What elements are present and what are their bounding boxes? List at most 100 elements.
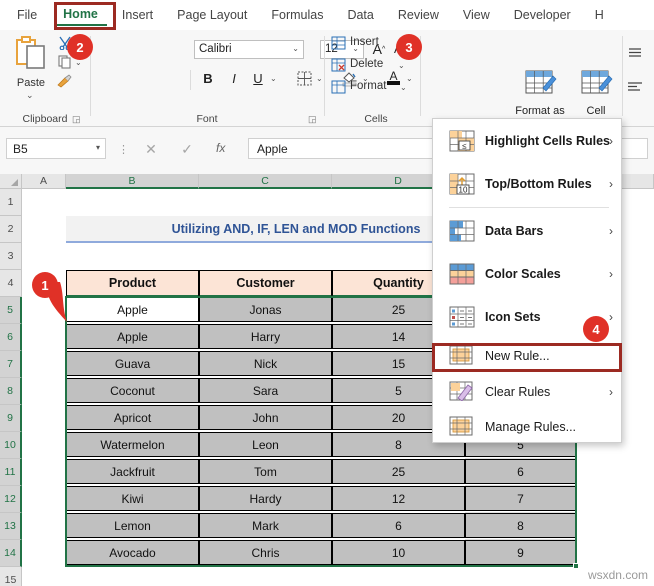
format-caret[interactable]: ⌄ <box>400 83 407 92</box>
table-header-product[interactable]: Product <box>66 270 199 297</box>
row-header-14[interactable]: 14 <box>0 540 22 567</box>
cell-customer-9[interactable]: Mark <box>199 513 332 538</box>
row-header-9[interactable]: 9 <box>0 405 22 432</box>
tab-page-layout[interactable]: Page Layout <box>168 1 256 29</box>
cell-customer-7[interactable]: Tom <box>199 459 332 484</box>
name-box[interactable]: B5 ▾ <box>6 138 106 159</box>
row-header-4[interactable]: 4 <box>0 270 22 297</box>
cell-customer-8[interactable]: Hardy <box>199 486 332 511</box>
table-header-customer[interactable]: Customer <box>199 270 332 297</box>
format-cells-label[interactable]: Format <box>350 80 386 92</box>
tab-data[interactable]: Data <box>338 1 382 29</box>
menu-item-top-bottom-rules[interactable]: 10 Top/Bottom Rules › <box>433 162 623 205</box>
menu-item-label: Data Bars <box>485 223 544 238</box>
insert-function-icon[interactable]: fx <box>216 141 225 155</box>
align-top-icon[interactable] <box>626 46 644 58</box>
row-header-8[interactable]: 8 <box>0 378 22 405</box>
cell-product-1[interactable]: Apple <box>66 297 199 322</box>
cell-product-2[interactable]: Apple <box>66 324 199 349</box>
cell-product-10[interactable]: Avocado <box>66 540 199 565</box>
row-header-3[interactable]: 3 <box>0 243 22 270</box>
cell-customer-5[interactable]: John <box>199 405 332 430</box>
italic-button[interactable]: I <box>226 70 242 86</box>
cell-customer-10[interactable]: Chris <box>199 540 332 565</box>
name-box-caret-icon[interactable]: ▾ <box>96 143 100 152</box>
row-header-6[interactable]: 6 <box>0 324 22 351</box>
confirm-formula-icon[interactable]: ✓ <box>178 141 196 158</box>
tab-help[interactable]: H <box>586 1 613 29</box>
menu-item-data-bars[interactable]: Data Bars › <box>433 209 623 252</box>
cell-product-9[interactable]: Lemon <box>66 513 199 538</box>
row-header-11[interactable]: 11 <box>0 459 22 486</box>
data-bars-icon <box>449 220 475 242</box>
callout-3: 3 <box>396 34 422 60</box>
font-name-input[interactable]: Calibri ⌄ <box>194 40 304 59</box>
cell-product-7[interactable]: Jackfruit <box>66 459 199 484</box>
selection-fill-handle[interactable] <box>573 563 579 569</box>
borders-caret[interactable]: ⌄ <box>316 74 323 83</box>
cell-product-8[interactable]: Kiwi <box>66 486 199 511</box>
cell-customer-4[interactable]: Sara <box>199 378 332 403</box>
format-painter-icon[interactable] <box>56 74 72 91</box>
clipboard-dialog-launcher[interactable]: ◲ <box>72 114 81 125</box>
cell-customer-2[interactable]: Harry <box>199 324 332 349</box>
cell-quantity-10[interactable]: 10 <box>332 540 465 565</box>
cell-extra-7[interactable]: 6 <box>465 459 576 484</box>
cell-customer-1[interactable]: Jonas <box>199 297 332 322</box>
tab-developer[interactable]: Developer <box>505 1 580 29</box>
paste-button-label[interactable]: Paste <box>8 77 54 89</box>
cancel-formula-icon[interactable]: ✕ <box>142 141 160 158</box>
column-header-c[interactable]: C <box>199 174 332 189</box>
menu-item-manage-rules[interactable]: Manage Rules... <box>433 410 623 444</box>
column-header-a[interactable]: A <box>22 174 66 189</box>
tab-insert-label: Insert <box>121 8 154 22</box>
row-header-10[interactable]: 10 <box>0 432 22 459</box>
cell-quantity-8[interactable]: 12 <box>332 486 465 511</box>
delete-caret[interactable]: ⌄ <box>398 61 405 70</box>
cell-customer-6[interactable]: Leon <box>199 432 332 457</box>
font-dialog-launcher[interactable]: ◲ <box>308 114 317 125</box>
menu-item-highlight-cells-rules[interactable]: ≤ Highlight Cells Rules › <box>433 119 623 162</box>
tab-view[interactable]: View <box>454 1 499 29</box>
menu-item-color-scales[interactable]: Color Scales › <box>433 252 623 295</box>
delete-cells-icon[interactable] <box>330 58 346 72</box>
paste-dropdown-caret[interactable]: ⌄ <box>26 90 34 101</box>
row-header-15[interactable]: 15 <box>0 567 22 586</box>
cell-extra-10[interactable]: 9 <box>465 540 576 565</box>
cell-quantity-9[interactable]: 6 <box>332 513 465 538</box>
insert-cells-label[interactable]: Insert <box>350 36 379 48</box>
tab-review[interactable]: Review <box>389 1 448 29</box>
row-header-12[interactable]: 12 <box>0 486 22 513</box>
font-name-value: Calibri <box>199 43 232 55</box>
tab-formulas[interactable]: Formulas <box>262 1 332 29</box>
align-left-icon[interactable] <box>626 80 644 92</box>
underline-button[interactable]: U <box>250 70 266 86</box>
row-header-13[interactable]: 13 <box>0 513 22 540</box>
cell-product-5[interactable]: Apricot <box>66 405 199 430</box>
row-header-2[interactable]: 2 <box>0 216 22 243</box>
borders-icon[interactable] <box>296 70 312 86</box>
underline-caret[interactable]: ⌄ <box>270 74 277 83</box>
row-header-1[interactable]: 1 <box>0 189 22 216</box>
select-all-corner[interactable] <box>0 174 22 189</box>
cell-product-4[interactable]: Coconut <box>66 378 199 403</box>
cell-extra-9[interactable]: 8 <box>465 513 576 538</box>
cell-product-3[interactable]: Guava <box>66 351 199 376</box>
cell-customer-3[interactable]: Nick <box>199 351 332 376</box>
delete-cells-label[interactable]: Delete <box>350 58 383 70</box>
row-header-5[interactable]: 5 <box>0 297 22 324</box>
tab-insert[interactable]: Insert <box>113 1 162 29</box>
paste-icon[interactable] <box>14 36 48 76</box>
format-cells-icon[interactable] <box>330 80 346 94</box>
font-name-caret[interactable]: ⌄ <box>292 44 299 53</box>
row-header-7[interactable]: 7 <box>0 351 22 378</box>
column-header-b[interactable]: B <box>66 174 199 189</box>
tab-file[interactable]: File <box>8 1 46 29</box>
copy-icon[interactable] <box>58 55 72 72</box>
cell-product-6[interactable]: Watermelon <box>66 432 199 457</box>
bold-button[interactable]: B <box>200 70 216 86</box>
cell-quantity-7[interactable]: 25 <box>332 459 465 484</box>
cell-extra-8[interactable]: 7 <box>465 486 576 511</box>
insert-cells-icon[interactable] <box>330 36 346 50</box>
menu-item-clear-rules[interactable]: Clear Rules › <box>433 374 623 410</box>
